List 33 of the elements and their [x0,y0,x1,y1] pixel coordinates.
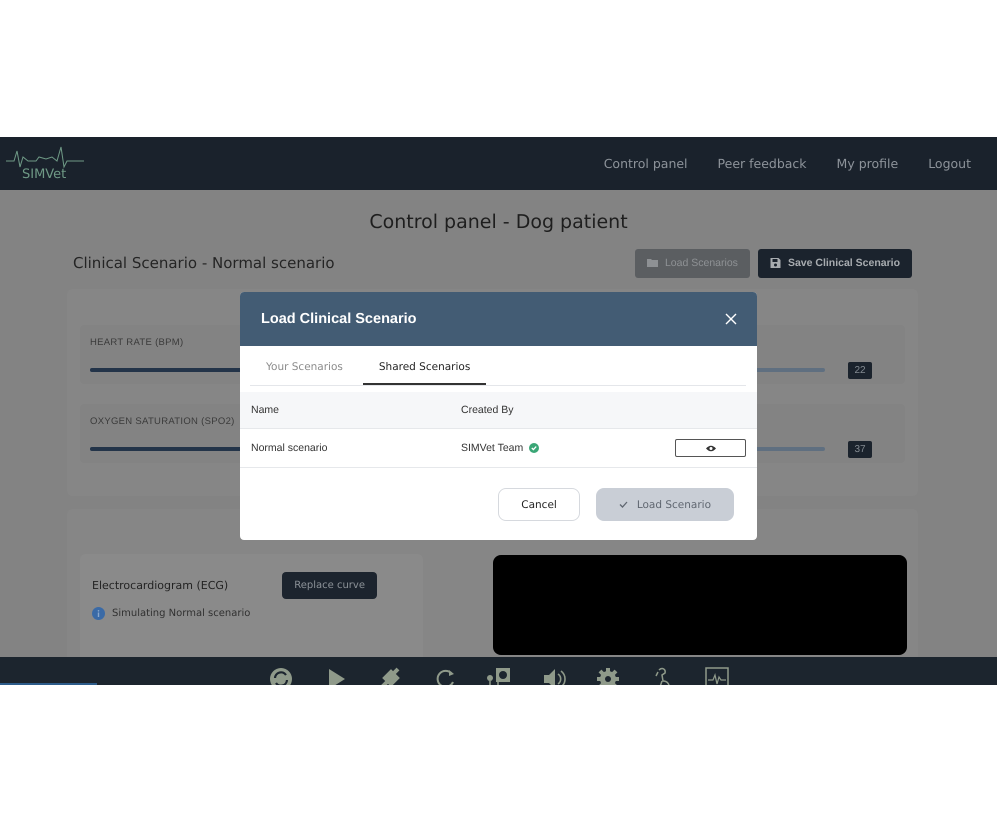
page-title: Control panel - Dog patient [368,211,629,233]
eye-icon [706,444,716,452]
dialog-title: Load Clinical Scenario [261,311,417,327]
view-button[interactable] [675,439,746,457]
monitor-icon[interactable] [704,666,730,685]
ecg-title: Electrocardiogram (ECG) [92,579,228,592]
tab[interactable]: Your Scenarios [250,346,359,385]
folder-icon [646,258,658,268]
vital-value: 22 [848,362,872,379]
replace-curve-button[interactable]: Replace curve [282,572,377,599]
check-icon [618,501,628,508]
nav-link[interactable]: Control panel [604,156,688,171]
column-header: Name [240,392,450,428]
nav-link[interactable]: Peer feedback [718,156,807,171]
tab[interactable]: Shared Scenarios [362,346,486,385]
table-cell: Normal scenario [240,428,450,468]
sync-icon[interactable] [268,666,294,685]
scenario-heading: Clinical Scenario - Normal scenario [73,254,335,272]
nav-link[interactable]: Logout [928,156,971,171]
vital-value: 37 [848,441,872,458]
column-header: Created By [450,392,610,428]
info-icon [92,607,105,620]
nav-link[interactable]: My profile [836,156,898,171]
close-icon [725,313,737,325]
device-icon[interactable] [486,666,512,685]
table-cell: SIMVet Team [461,442,524,454]
cancel-button[interactable]: Cancel [498,488,580,521]
vital-label: HEART RATE (BPM) [90,337,184,348]
gear-icon[interactable] [595,666,621,685]
vital-label: OXYGEN SATURATION (SPO2) [90,416,236,427]
save-button[interactable]: Save Clinical Scenario [758,248,912,278]
info-text: Simulating Normal scenario [112,608,250,619]
brand-name: SIMVet [22,167,68,182]
